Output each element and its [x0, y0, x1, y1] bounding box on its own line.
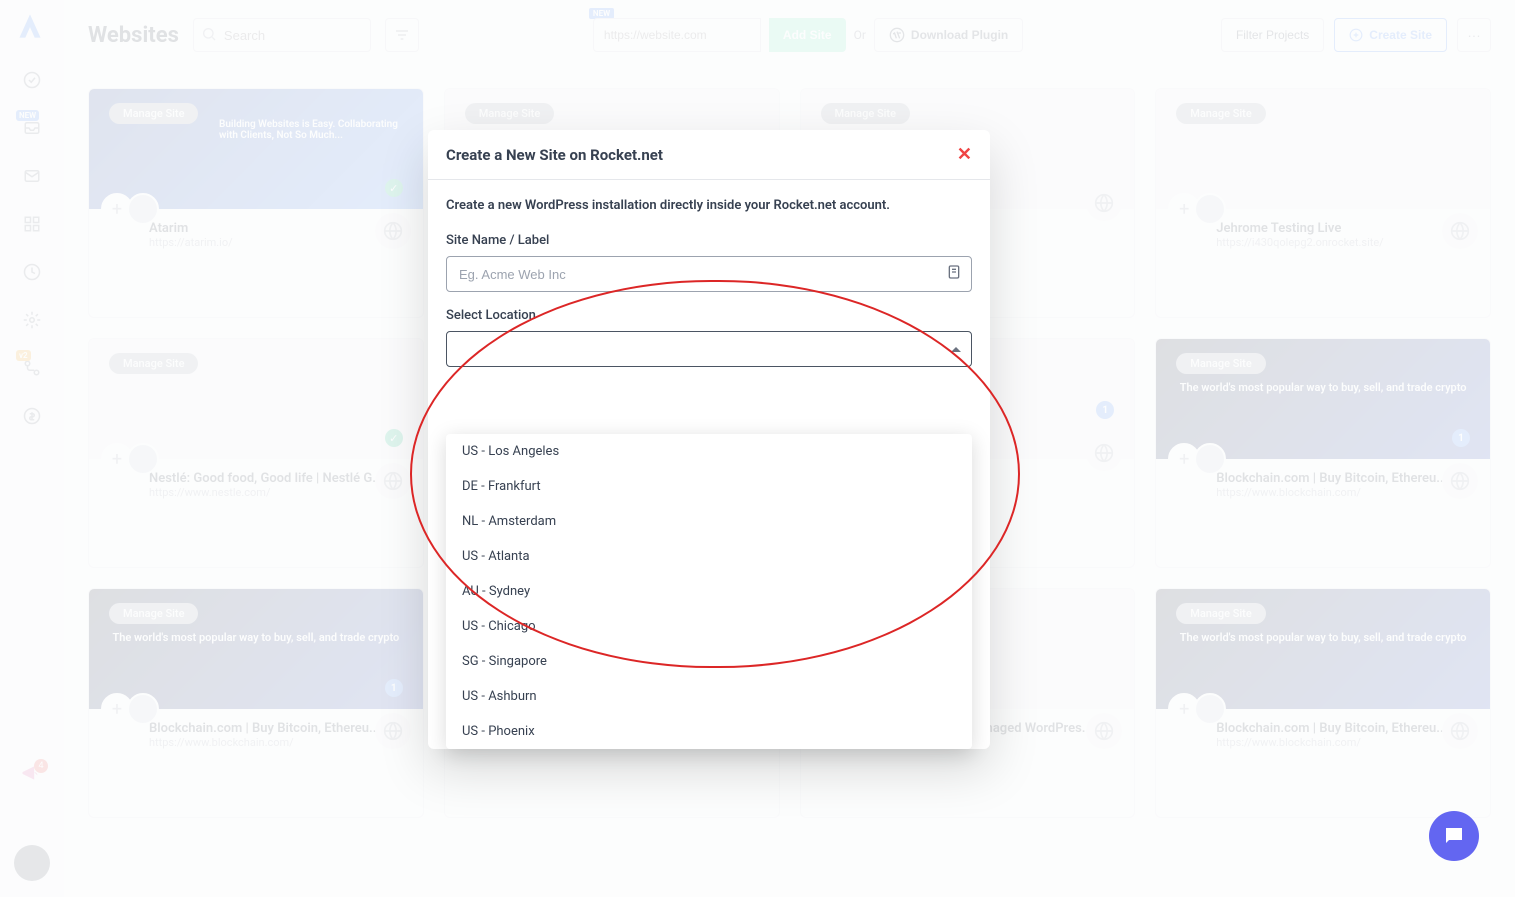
location-option[interactable]: DE - Frankfurt [446, 469, 972, 504]
chevron-up-icon [951, 347, 961, 352]
location-option[interactable]: US - Phoenix [446, 714, 972, 749]
location-dropdown: US - Los AngelesDE - FrankfurtNL - Amste… [446, 434, 972, 749]
location-option[interactable]: US - Atlanta [446, 539, 972, 574]
location-option[interactable]: AU - Sydney [446, 574, 972, 609]
location-option[interactable]: US - Los Angeles [446, 434, 972, 469]
create-site-modal: Create a New Site on Rocket.net ✕ Create… [428, 130, 990, 749]
close-icon[interactable]: ✕ [957, 144, 972, 165]
modal-description: Create a new WordPress installation dire… [446, 198, 972, 213]
location-option[interactable]: SG - Singapore [446, 644, 972, 679]
location-label: Select Location [446, 308, 972, 323]
site-name-input-wrap [446, 256, 972, 308]
autofill-icon [946, 264, 962, 280]
modal-header: Create a New Site on Rocket.net ✕ [428, 130, 990, 180]
site-name-input[interactable] [446, 256, 972, 292]
chat-widget[interactable] [1429, 811, 1479, 861]
modal-title: Create a New Site on Rocket.net [446, 146, 663, 164]
location-option[interactable]: US - Chicago [446, 609, 972, 644]
location-select[interactable] [446, 331, 972, 367]
site-name-label: Site Name / Label [446, 233, 972, 248]
location-option[interactable]: NL - Amsterdam [446, 504, 972, 539]
location-option[interactable]: US - Ashburn [446, 679, 972, 714]
